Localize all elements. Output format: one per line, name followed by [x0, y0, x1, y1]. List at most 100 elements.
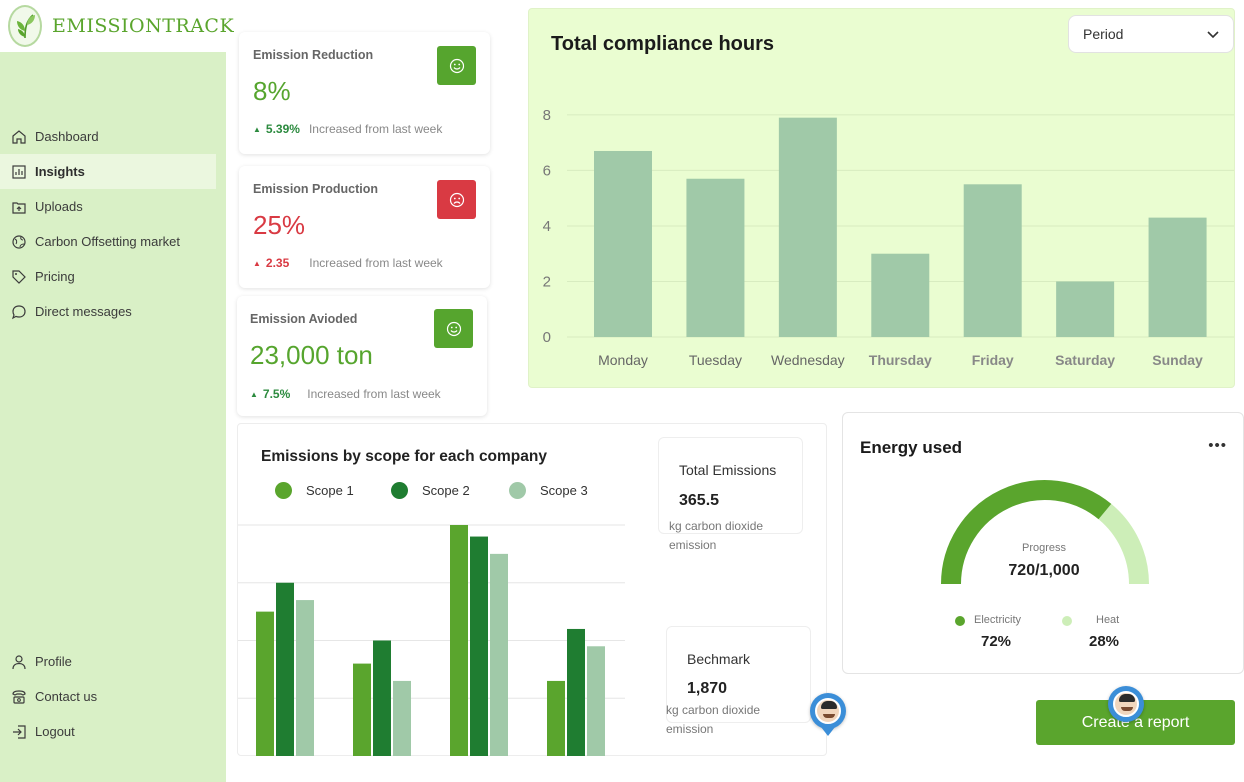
bar — [567, 628, 585, 756]
globe-icon — [10, 233, 28, 251]
user-avatar-image — [1113, 691, 1139, 717]
total-emissions-card: Total Emissions 365.5 kg carbon dioxide … — [658, 437, 803, 552]
legend-item-scope-3: Scope 3 — [509, 482, 588, 499]
kpi-card-emission-production: Emission Production 25% ▲ 2.35 Increased… — [239, 166, 490, 288]
logout-icon — [10, 723, 28, 741]
bar — [470, 536, 488, 756]
x-tick-label: Sunday — [1152, 352, 1203, 368]
benchmark-value: 1,870 — [687, 680, 728, 697]
kpi-note: Increased from last week — [308, 122, 443, 136]
avatar[interactable] — [810, 693, 846, 729]
frown-icon — [437, 180, 476, 219]
tag-icon — [10, 268, 28, 286]
bar — [276, 582, 294, 756]
bar — [778, 117, 837, 338]
leaf-logo-icon — [8, 5, 42, 47]
kpi-card-emission-avoided: Emission Avioded 23,000 ton ▲ 7.5% Incre… — [237, 296, 487, 416]
kpi-value: 23,000 ton — [250, 340, 373, 370]
kpi-title: Emission Reduction — [253, 48, 374, 62]
x-tick-label: Friday — [972, 352, 1014, 368]
sidebar-item-profile[interactable]: Profile — [0, 644, 226, 679]
sidebar-item-contact-us[interactable]: Contact us — [0, 679, 226, 714]
bar — [547, 680, 565, 756]
y-tick-label: 2 — [543, 273, 551, 290]
user-avatar-image — [815, 698, 841, 724]
legend-swatch — [391, 482, 408, 499]
legend-swatch — [955, 616, 965, 626]
chat-icon — [10, 303, 28, 321]
legend-value: 28% — [1089, 633, 1120, 650]
scope-chart-card: Emissions by scope for each company Scop… — [237, 423, 827, 756]
legend-label: Scope 1 — [306, 483, 354, 498]
kpi-value: 25% — [253, 210, 306, 240]
sidebar: EMISSIONTRACK Dashboard Insights Uploads — [0, 0, 234, 782]
y-tick-label: 4 — [543, 218, 551, 235]
compliance-chart-card: Total compliance hours Period 0 2 4 6 8 Monda… — [528, 8, 1235, 388]
sidebar-item-logout[interactable]: Logout — [0, 714, 226, 749]
sidebar-item-label: Pricing — [35, 269, 75, 284]
sidebar-item-label: Carbon Offsetting market — [35, 234, 180, 249]
total-emissions-unit: kg carbon dioxide emission — [669, 519, 764, 552]
benchmark-unit: kg carbon dioxide emission — [666, 703, 761, 736]
bar — [353, 663, 371, 756]
total-emissions-value: 365.5 — [679, 492, 720, 509]
sidebar-item-dashboard[interactable]: Dashboard — [0, 119, 226, 154]
sidebar-item-label: Uploads — [35, 199, 83, 214]
legend-label: Scope 2 — [422, 483, 470, 498]
energy-used-card: Energy used ••• Progress 720/1,000 Elect… — [842, 412, 1244, 674]
bar — [686, 178, 745, 337]
legend-label: Heat — [1096, 614, 1120, 626]
y-tick-label: 0 — [543, 329, 551, 346]
total-emissions-label: Total Emissions — [679, 462, 777, 478]
x-tick-label: Thursday — [869, 352, 932, 368]
kpi-title: Emission Production — [253, 182, 379, 196]
sidebar-nav: Dashboard Insights Uploads Carbon Offset… — [0, 119, 226, 329]
sidebar-item-pricing[interactable]: Pricing — [0, 259, 226, 294]
bar — [373, 640, 391, 756]
bar — [1056, 281, 1115, 337]
benchmark-card: Bechmark 1,870 kg carbon dioxide emissio… — [666, 626, 811, 736]
arrow-up-icon: ▲ — [253, 124, 261, 134]
bar — [296, 600, 314, 756]
avatar[interactable] — [1108, 686, 1144, 722]
user-icon — [10, 653, 28, 671]
bar — [871, 253, 930, 337]
bar — [594, 150, 652, 337]
legend-swatch — [275, 482, 292, 499]
chart-icon — [10, 163, 28, 181]
chart-title: Emissions by scope for each company — [261, 448, 547, 465]
avatar-pin-tail — [821, 727, 835, 736]
sidebar-item-label: Profile — [35, 654, 72, 669]
sidebar-item-insights[interactable]: Insights — [0, 154, 216, 189]
home-icon — [10, 128, 28, 146]
benchmark-label: Bechmark — [687, 651, 751, 667]
sidebar-item-carbon-offsetting[interactable]: Carbon Offsetting market — [0, 224, 226, 259]
smile-icon — [434, 309, 473, 348]
legend-label: Electricity — [974, 614, 1022, 626]
x-tick-label: Monday — [598, 352, 648, 368]
arrow-up-icon: ▲ — [250, 389, 258, 399]
bar — [587, 646, 605, 756]
legend-value: 72% — [981, 633, 1012, 650]
legend-swatch — [509, 482, 526, 499]
x-tick-label: Wednesday — [771, 352, 845, 368]
bar — [1148, 217, 1207, 337]
bar — [393, 680, 411, 756]
gauge-progress-label: Progress — [1021, 542, 1067, 554]
sidebar-item-label: Dashboard — [35, 129, 99, 144]
upload-icon — [10, 198, 28, 216]
sidebar-item-direct-messages[interactable]: Direct messages — [0, 294, 226, 329]
legend-item-electricity: Electricity 72% — [955, 613, 1055, 653]
app-name: EMISSIONTRACK — [52, 15, 235, 37]
kpi-trend: ▲ 2.35 Increased from last week — [253, 256, 443, 270]
kpi-note: Increased from last week — [309, 256, 443, 270]
logo[interactable]: EMISSIONTRACK — [0, 0, 234, 52]
sidebar-bottom-nav: Profile Contact us Logout — [0, 644, 226, 749]
kpi-card-emission-reduction: Emission Reduction 8% ▲ 5.39% Increased … — [239, 32, 490, 154]
sidebar-item-uploads[interactable]: Uploads — [0, 189, 226, 224]
legend-item-scope-1: Scope 1 — [275, 482, 354, 499]
bar — [490, 553, 508, 756]
kpi-change: 5.39% — [265, 122, 300, 136]
sidebar-item-label: Logout — [35, 724, 75, 739]
sidebar-panel: Dashboard Insights Uploads Carbon Offset… — [0, 52, 226, 782]
